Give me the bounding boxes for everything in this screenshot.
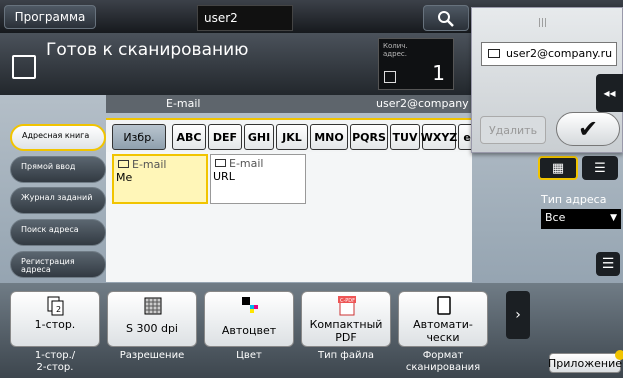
color-icon [241,296,259,316]
index-key[interactable]: etc [458,124,472,150]
entry-name: Me [116,171,133,184]
search-icon [438,11,454,27]
svg-text:2: 2 [56,305,61,314]
entry-type-label: E-mail [132,158,167,171]
resolution-icon [144,296,162,316]
email-value: user2@company.ru [506,47,613,60]
scan-screen: Программа user2 Готов к сканированию Кол… [0,0,623,378]
tab-direct-input[interactable]: Прямой ввод [10,156,106,183]
applications-button[interactable]: Приложение [548,350,623,373]
index-key[interactable]: GHI [244,124,274,150]
counter-label: Колич. адрес. [383,42,408,58]
scan-size-button[interactable]: Автомати- чески [398,291,488,347]
file-type-button[interactable]: C-PDF Компактный PDF [301,291,391,347]
file-type-label: Тип файла [317,350,375,361]
checkmark-icon: ✔ [577,115,599,143]
address-type-label: Тип адреса [541,193,607,206]
grid-view-button[interactable]: ▦ [538,156,578,180]
confirm-button[interactable]: ✔ [556,112,620,146]
grip-icon[interactable]: ||| [538,18,547,28]
index-key[interactable]: JKL [276,124,308,150]
duplex-button[interactable]: 2 1-стор. [10,291,100,347]
address-entry-url[interactable]: E-mail URL [210,154,306,204]
function-bar: 2 1-стор. 1-стор./ 2-стор. S 300 dpi Раз… [0,283,623,378]
resolution-button[interactable]: S 300 dpi [107,291,197,347]
duplex-value: 1-стор. [34,318,76,331]
address-type-title: E-mail [166,97,201,110]
tab-address-book[interactable]: Адресная книга [10,124,106,151]
resolution-value: S 300 dpi [126,322,178,335]
page-size-icon [435,296,453,316]
address-type-value: Все [545,211,566,224]
address-header: E-mail user2@company [106,95,472,113]
mail-icon [488,49,500,58]
index-key[interactable]: ABC [172,124,206,150]
mail-icon [118,160,129,168]
scan-size-label: Формат сканирования [405,350,481,373]
address-list: E-mail Me E-mail URL [106,152,472,282]
status-text: Готов к сканированию [46,40,249,60]
entry-name: URL [213,170,235,183]
pdf-icon: C-PDF [338,296,356,316]
chevron-down-icon: ▼ [610,213,617,223]
scan-icon [12,55,36,79]
entry-type: E-mail [116,158,204,171]
chevron-right-icon: › [515,307,521,323]
email-field[interactable]: user2@company.ru [481,42,617,66]
index-key[interactable]: DEF [208,124,242,150]
program-button[interactable]: Программа [4,5,96,29]
grid-icon: ▦ [551,160,565,176]
mail-icon [215,159,226,167]
resolution-label: Разрешение [119,350,185,361]
list-icon: ☰ [594,160,606,176]
duplex-icon: 2 [47,296,65,316]
selected-address: user2@company [376,97,469,110]
entry-type: E-mail [213,157,303,170]
search-button[interactable] [423,5,469,31]
collapse-button[interactable]: ◂◂ [596,74,623,112]
tab-address-registration[interactable]: Регистрация адреса [10,251,106,278]
index-key[interactable]: TUV [390,124,420,150]
address-counter[interactable]: Колич. адрес. 1 [378,38,454,90]
index-key[interactable]: MNO [310,124,348,150]
color-value: Автоцвет [221,324,277,337]
address-entry-me[interactable]: E-mail Me [112,154,208,204]
double-chevron-left-icon: ◂◂ [603,86,616,100]
index-bar: Избр. ABC DEF GHI JKL MNO PQRS TUV WXYZ … [106,118,472,152]
file-type-value: Компактный PDF [309,318,383,344]
duplex-label: 1-стор./ 2-стор. [34,350,76,373]
menu-button[interactable]: ☰ [596,252,620,276]
delete-button[interactable]: Удалить [480,116,546,144]
notification-dot-icon [615,350,623,360]
color-button[interactable]: Автоцвет [204,291,294,347]
tab-job-history[interactable]: Журнал заданий [10,187,106,214]
menu-icon: ☰ [601,256,615,272]
entry-type-label: E-mail [229,157,264,170]
tab-address-search[interactable]: Поиск адреса [10,219,106,246]
list-view-button[interactable]: ☰ [582,156,618,180]
next-page-button[interactable]: › [506,291,530,339]
index-key[interactable]: PQRS [350,124,388,150]
user-field[interactable]: user2 [197,5,293,31]
counter-value: 1 [432,61,445,85]
list-icon [384,71,396,83]
applications-label: Приложение [548,356,622,370]
scan-size-value: Автомати- чески [413,318,473,344]
address-type-select[interactable]: Все ▼ [541,209,621,229]
color-label: Цвет [236,350,262,361]
index-key[interactable]: WXYZ [421,124,457,150]
favorites-tab[interactable]: Избр. [112,124,166,150]
svg-text:C-PDF: C-PDF [340,298,355,304]
